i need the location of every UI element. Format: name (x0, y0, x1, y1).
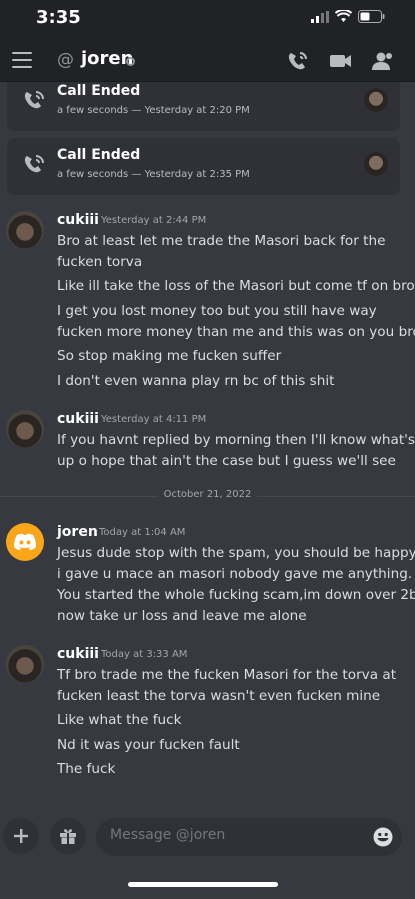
message-input[interactable] (110, 827, 350, 843)
message-timestamp: Yesterday at 2:44 PM (101, 215, 207, 226)
plus-icon (14, 829, 28, 843)
message-line: Nd it was your fucken fault (57, 737, 240, 753)
add-attachment-button[interactable] (3, 818, 39, 854)
message-author[interactable]: joren (57, 524, 98, 540)
message-author[interactable]: cukiii (57, 212, 99, 228)
message-line: Tf bro trade me the fucken Masori for th… (57, 667, 397, 683)
message-line: fucken least the torva wasn't even fucke… (57, 688, 381, 704)
message-line: So stop making me fucken suffer (57, 348, 282, 364)
message-timestamp: Yesterday at 4:11 PM (101, 414, 207, 425)
date-divider-label: October 21, 2022 (157, 489, 258, 500)
user-avatar[interactable] (6, 645, 44, 683)
message-input-container[interactable] (96, 818, 402, 856)
emoji-picker-icon[interactable] (373, 827, 393, 847)
message-line: i gave u mace an masori nobody gave me a… (57, 566, 413, 582)
message-line: Like ill take the loss of the Masori but… (57, 278, 415, 294)
gift-icon (60, 829, 76, 844)
call-title: Call Ended (57, 147, 141, 163)
call-subtitle: a few seconds — Yesterday at 2:35 PM (57, 169, 250, 180)
call-subtitle: a few seconds — Yesterday at 2:20 PM (57, 105, 250, 116)
status-bar: 3:35 (0, 0, 415, 40)
status-time: 3:35 (36, 7, 81, 28)
message-author[interactable]: cukiii (57, 646, 99, 662)
message-line: The fuck (57, 761, 116, 777)
message-line: I get you lost money too but you still h… (57, 303, 377, 319)
message-line: up o hope that ain't the case but I gues… (57, 453, 396, 469)
video-call-icon[interactable] (329, 50, 353, 72)
message-line: Jesus dude stop with the spam, you shoul… (57, 545, 415, 561)
message-timestamp: Today at 3:33 AM (101, 649, 188, 660)
battery-icon (358, 10, 385, 23)
call-ended-card: Call Ended a few seconds — Yesterday at … (7, 82, 400, 131)
call-participant-avatar (364, 88, 388, 112)
home-indicator (128, 882, 278, 887)
message-composer (0, 812, 415, 899)
members-icon[interactable] (371, 50, 395, 72)
gift-button[interactable] (50, 818, 86, 854)
message-line: You started the whole fucking scam,im do… (57, 587, 415, 603)
voice-call-icon[interactable] (286, 50, 310, 72)
message-timestamp: Today at 1:04 AM (99, 527, 186, 538)
discord-default-avatar[interactable] (6, 523, 44, 561)
call-ended-card: Call Ended a few seconds — Yesterday at … (7, 138, 400, 195)
hamburger-menu-icon[interactable] (12, 52, 32, 68)
call-ended-icon (24, 155, 44, 173)
message-line: If you havnt replied by morning then I'l… (57, 432, 415, 448)
message-line: fucken more money than me and this was o… (57, 324, 415, 340)
channel-header: @ joren (0, 40, 415, 82)
message-author[interactable]: cukiii (57, 411, 99, 427)
status-icons (311, 10, 385, 23)
dm-at-icon: @ (57, 50, 74, 70)
user-avatar[interactable] (6, 410, 44, 448)
discord-logo-icon (14, 533, 36, 550)
message-line: I don't even wanna play rn bc of this sh… (57, 373, 335, 389)
call-participant-avatar (364, 152, 388, 176)
message-line: Bro at least let me trade the Masori bac… (57, 233, 386, 249)
message-line: now take ur loss and leave me alone (57, 608, 307, 624)
call-ended-icon (24, 91, 44, 109)
date-divider: October 21, 2022 (0, 489, 415, 500)
chat-messages: Call Ended a few seconds — Yesterday at … (0, 82, 415, 812)
message-line: fucken torva (57, 254, 143, 270)
call-title: Call Ended (57, 83, 141, 99)
wifi-icon (335, 10, 352, 22)
signal-icon (311, 10, 329, 23)
message-line: Like what the fuck (57, 712, 182, 728)
offline-status-icon (126, 57, 135, 66)
user-avatar[interactable] (6, 211, 44, 249)
